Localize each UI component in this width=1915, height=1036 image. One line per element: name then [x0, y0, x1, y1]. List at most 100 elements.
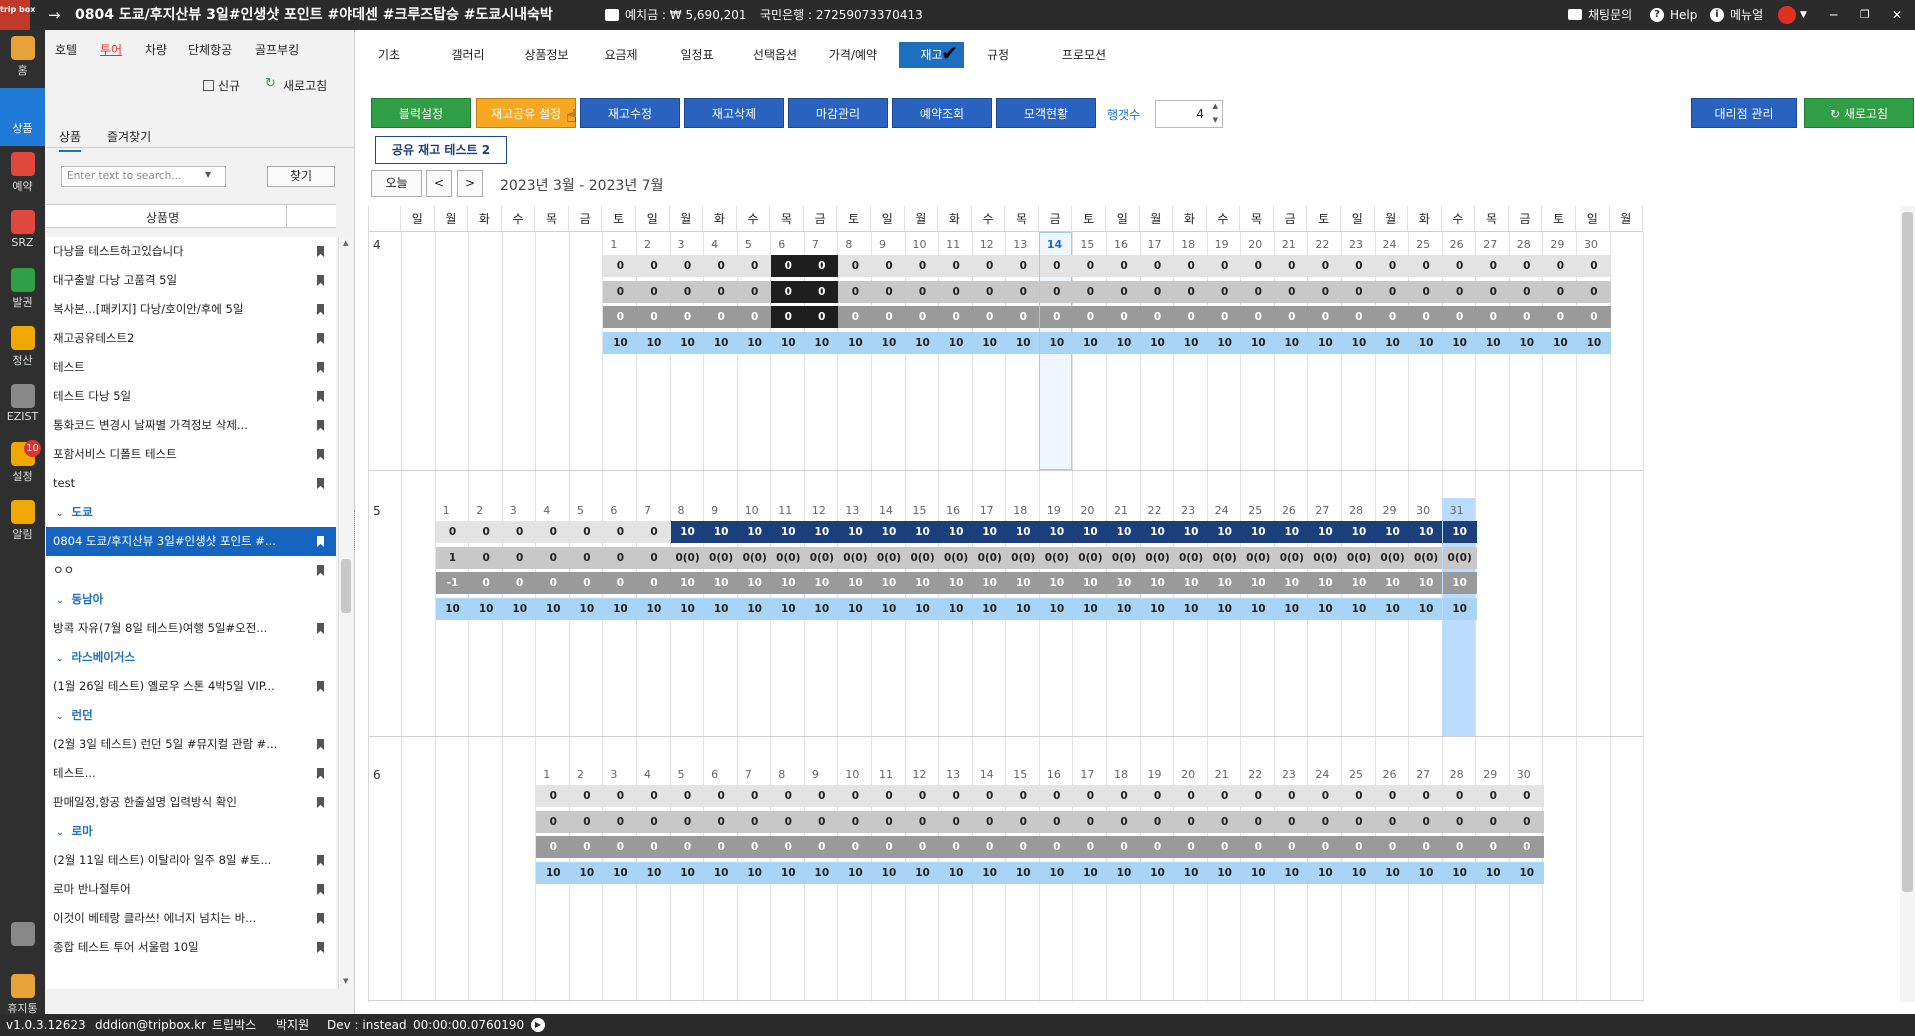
- stock-cell[interactable]: 10: [1375, 331, 1410, 354]
- stock-cell[interactable]: 0: [871, 255, 906, 277]
- stock-cell[interactable]: 10: [871, 331, 906, 354]
- stock-cell[interactable]: 0: [1039, 255, 1074, 277]
- stock-cell[interactable]: 0: [905, 836, 940, 858]
- stock-cell[interactable]: 0: [1106, 836, 1141, 858]
- list-scrollbar[interactable]: ▲ ▼: [338, 237, 353, 989]
- stock-cell[interactable]: 10: [1006, 521, 1041, 543]
- stock-cell[interactable]: 10: [569, 861, 604, 884]
- stock-cell[interactable]: 0: [1106, 255, 1141, 277]
- day-number[interactable]: 25: [1341, 766, 1375, 784]
- stock-cell[interactable]: 0: [1207, 306, 1242, 328]
- list-item[interactable]: ㅇㅇ: [46, 556, 336, 585]
- stock-cell[interactable]: 10: [1207, 521, 1242, 543]
- stock-cell[interactable]: 10: [838, 331, 873, 354]
- stock-cell[interactable]: 10: [871, 861, 906, 884]
- day-number[interactable]: 3: [602, 766, 636, 784]
- next-month-button[interactable]: >: [457, 170, 483, 197]
- stock-cell[interactable]: 0: [1442, 810, 1477, 833]
- stock-cell[interactable]: 10: [1241, 521, 1276, 543]
- day-number[interactable]: 10: [837, 766, 871, 784]
- stock-cell[interactable]: 0: [1073, 810, 1108, 833]
- tab-5[interactable]: 선택옵션: [740, 42, 810, 68]
- stock-cell[interactable]: 0: [1375, 255, 1410, 277]
- stock-cell[interactable]: 10: [1274, 597, 1309, 620]
- stock-cell[interactable]: 10: [1174, 331, 1209, 354]
- day-number[interactable]: 17: [1072, 766, 1106, 784]
- stock-cell[interactable]: 0: [771, 785, 806, 807]
- stock-cell[interactable]: 10: [871, 572, 906, 594]
- stock-cell[interactable]: 0(0): [1207, 546, 1242, 569]
- stock-cell[interactable]: 10: [1006, 861, 1041, 884]
- stock-cell[interactable]: 10: [771, 331, 806, 354]
- stock-cell[interactable]: 0(0): [1274, 546, 1309, 569]
- tab-3[interactable]: 요금제: [588, 42, 654, 68]
- stock-cell[interactable]: 10: [1174, 597, 1209, 620]
- day-number[interactable]: 15: [1005, 766, 1039, 784]
- list-item[interactable]: 이것이 베테랑 클라쓰! 에너지 넘치는 바...: [46, 904, 336, 933]
- list-item[interactable]: (1월 26일 테스트) 옐로우 스톤 4박5일 VIP...: [46, 672, 336, 701]
- stock-cell[interactable]: 0: [636, 572, 671, 594]
- stock-cell[interactable]: 0: [905, 280, 940, 303]
- rail-item-3[interactable]: SRZ: [0, 204, 45, 262]
- info-icon[interactable]: i: [1710, 8, 1724, 22]
- stock-cell[interactable]: 1: [435, 546, 470, 569]
- stock-cell[interactable]: 10: [502, 597, 537, 620]
- stock-cell[interactable]: 0(0): [1341, 546, 1376, 569]
- search-dropdown-icon[interactable]: ▼: [205, 170, 211, 179]
- stock-cell[interactable]: 0: [972, 810, 1007, 833]
- stock-cell[interactable]: 0: [1409, 785, 1444, 807]
- stock-cell[interactable]: 0: [636, 546, 671, 569]
- stock-cell[interactable]: 0(0): [670, 546, 705, 569]
- stock-cell[interactable]: 10: [603, 861, 638, 884]
- stock-cell[interactable]: 0: [1341, 255, 1376, 277]
- stock-cell[interactable]: 0: [737, 255, 772, 277]
- day-number[interactable]: 23: [1274, 766, 1308, 784]
- bookmark-icon[interactable]: [317, 855, 324, 866]
- stock-cell[interactable]: 0: [1039, 280, 1074, 303]
- chevron-down-icon[interactable]: ⌄: [56, 509, 64, 519]
- minimize-icon[interactable]: ─: [1830, 0, 1837, 30]
- day-number[interactable]: 28: [1509, 236, 1543, 254]
- day-number[interactable]: 24: [1375, 236, 1409, 254]
- day-number[interactable]: 22: [1307, 236, 1341, 254]
- stock-cell[interactable]: 0: [972, 280, 1007, 303]
- stock-cell[interactable]: 0: [1073, 255, 1108, 277]
- stock-cell[interactable]: 0: [1006, 836, 1041, 858]
- stock-cell[interactable]: 10: [1409, 597, 1444, 620]
- stock-cell[interactable]: 10: [939, 572, 974, 594]
- stock-cell[interactable]: 0: [1106, 785, 1141, 807]
- list-item[interactable]: 로마 반나절투어: [46, 875, 336, 904]
- day-number[interactable]: 12: [905, 766, 939, 784]
- day-number[interactable]: 16: [1039, 766, 1073, 784]
- stock-cell[interactable]: 10: [1341, 861, 1376, 884]
- day-number[interactable]: 8: [837, 236, 871, 254]
- stock-cell[interactable]: 10: [1341, 572, 1376, 594]
- stock-cell[interactable]: 10: [1174, 861, 1209, 884]
- stock-cell[interactable]: 0: [536, 836, 571, 858]
- bookmark-icon[interactable]: [317, 420, 324, 431]
- stock-cell[interactable]: 10: [1241, 597, 1276, 620]
- rail-item-2[interactable]: 예약: [0, 146, 45, 204]
- stock-cell[interactable]: 10: [905, 572, 940, 594]
- stock-cell[interactable]: 0: [1274, 280, 1309, 303]
- stock-cell[interactable]: 0(0): [1375, 546, 1410, 569]
- rail-item-8[interactable]: 알림: [0, 494, 45, 552]
- day-number[interactable]: 12: [972, 236, 1006, 254]
- bookmark-icon[interactable]: [317, 391, 324, 402]
- day-number[interactable]: 15: [1072, 236, 1106, 254]
- stock-cell[interactable]: 0: [670, 306, 705, 328]
- stock-cell[interactable]: 0: [636, 785, 671, 807]
- stock-cell[interactable]: 10: [1006, 597, 1041, 620]
- stock-cell[interactable]: 0(0): [972, 546, 1007, 569]
- group-header[interactable]: ⌄ 도쿄: [46, 498, 336, 527]
- stock-cell[interactable]: 0: [603, 521, 638, 543]
- bookmark-icon[interactable]: [317, 942, 324, 953]
- bookmark-icon[interactable]: [317, 304, 324, 315]
- stock-cell[interactable]: 0: [603, 836, 638, 858]
- day-number[interactable]: 6: [602, 502, 636, 520]
- stock-cell[interactable]: 0: [704, 255, 739, 277]
- stock-edit-button[interactable]: 재고수정: [580, 98, 680, 128]
- stock-cell[interactable]: 10: [804, 521, 839, 543]
- stock-cell[interactable]: 10: [1308, 597, 1343, 620]
- stock-cell[interactable]: 10: [804, 331, 839, 354]
